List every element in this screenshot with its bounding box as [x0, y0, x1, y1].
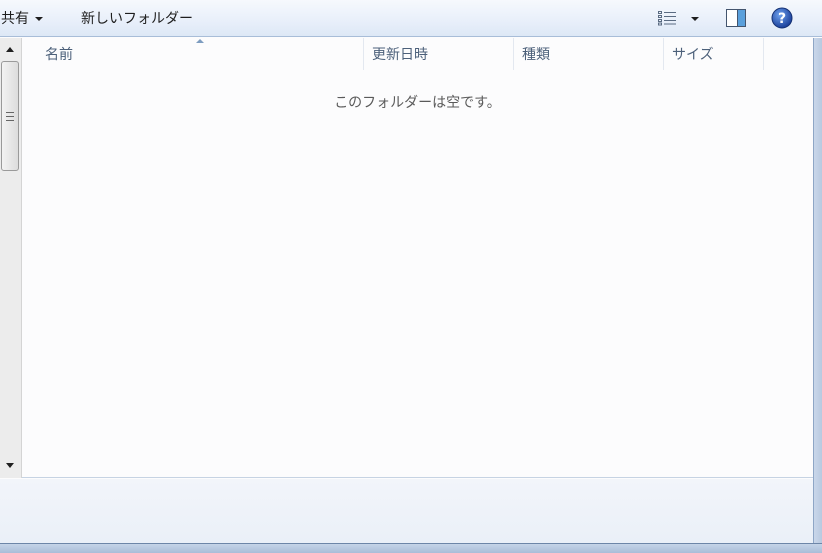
window-right-border [813, 38, 822, 553]
command-bar: 共有 新しいフォルダー ? [0, 0, 822, 37]
column-header-type[interactable]: 種類 [514, 38, 664, 70]
new-folder-button[interactable]: 新しいフォルダー [81, 0, 193, 36]
new-folder-label: 新しいフォルダー [81, 11, 193, 27]
share-label: 共有 [1, 11, 29, 27]
column-size-label: サイズ [672, 47, 714, 63]
empty-folder-message: このフォルダーは空です。 [334, 95, 501, 111]
vertical-scrollbar[interactable] [0, 38, 22, 478]
scroll-grip-icon [6, 112, 14, 121]
column-date-label: 更新日時 [372, 47, 428, 63]
column-header-size[interactable]: サイズ [664, 38, 764, 70]
sort-ascending-icon [196, 39, 204, 43]
scroll-down-arrow-icon[interactable] [0, 456, 20, 474]
svg-text:?: ? [778, 11, 786, 27]
column-type-label: 種類 [522, 47, 550, 63]
views-dropdown-icon[interactable] [691, 17, 699, 21]
column-header-date-modified[interactable]: 更新日時 [364, 38, 514, 70]
preview-pane-button[interactable] [726, 0, 748, 36]
help-icon: ? [771, 7, 793, 29]
explorer-window: 共有 新しいフォルダー ? 名前 更新日時 種類 サイズ このフォルダーは空です… [0, 0, 822, 553]
scroll-up-arrow-icon[interactable] [0, 40, 20, 58]
scrollbar-thumb[interactable] [1, 61, 19, 171]
column-name-label: 名前 [45, 47, 73, 63]
preview-pane-icon [726, 9, 746, 27]
details-view-icon [658, 11, 676, 26]
chevron-down-icon [35, 17, 43, 21]
column-header-name[interactable]: 名前 [22, 38, 364, 70]
help-button[interactable]: ? [771, 0, 795, 36]
file-list-view[interactable]: 名前 更新日時 種類 サイズ このフォルダーは空です。 [0, 38, 813, 478]
column-header-row: 名前 更新日時 種類 サイズ [22, 38, 813, 70]
share-button[interactable]: 共有 [1, 0, 43, 36]
details-pane [0, 479, 813, 543]
change-view-button[interactable] [657, 0, 703, 36]
window-bottom-border [0, 543, 822, 553]
